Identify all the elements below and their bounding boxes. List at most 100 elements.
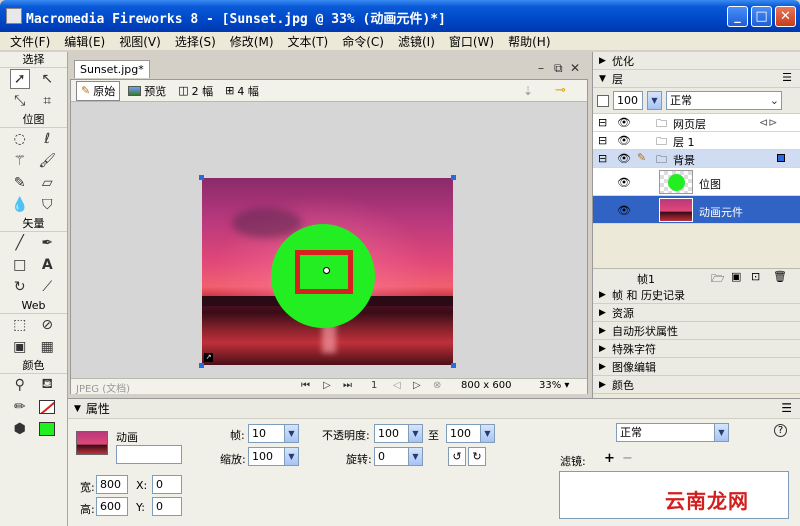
line-tool-icon[interactable]: ╱: [10, 233, 30, 253]
frame-dropdown-icon[interactable]: ▼: [284, 424, 299, 443]
scale-dropdown-icon[interactable]: ▼: [284, 447, 299, 466]
text-tool-icon[interactable]: A: [37, 255, 57, 275]
quick-export-icon[interactable]: ⊸: [555, 83, 566, 98]
symbol-name-input[interactable]: [116, 445, 182, 464]
expand-toggle-icon[interactable]: ⊟: [598, 152, 607, 165]
layer-opacity-input[interactable]: 100: [613, 91, 643, 110]
eyedropper-tool-icon[interactable]: ⚲: [10, 375, 30, 395]
marquee-tool-icon[interactable]: ◌: [10, 129, 30, 149]
scale-input[interactable]: 100: [248, 447, 286, 466]
selection-handle[interactable]: [451, 175, 456, 180]
width-input[interactable]: 800: [96, 475, 128, 494]
panel-optimize-header[interactable]: ▶ 优化: [593, 52, 800, 70]
new-layer-icon[interactable]: ⊡: [751, 270, 760, 283]
menu-window[interactable]: 窗口(W): [443, 33, 502, 50]
selection-handle[interactable]: [451, 363, 456, 368]
menu-help[interactable]: 帮助(H): [502, 33, 558, 50]
menu-commands[interactable]: 命令(C): [336, 33, 392, 50]
expand-toggle-icon[interactable]: ⊟: [598, 134, 607, 147]
knife-tool-icon[interactable]: ⟋: [37, 277, 57, 297]
view-2up-button[interactable]: ◫ 2 幅: [174, 82, 217, 100]
zoom-dropdown[interactable]: 33% ▾: [539, 380, 569, 391]
doc-restore-icon[interactable]: ⧉: [554, 61, 563, 76]
rubber-stamp-tool-icon[interactable]: ⛉: [37, 195, 57, 215]
hide-slices-icon[interactable]: ▣: [10, 337, 30, 357]
layer-row-web[interactable]: ⊟ 👁 🗀 网页层 ⊲⊳: [593, 114, 800, 132]
x-input[interactable]: 0: [152, 475, 182, 494]
close-button[interactable]: ✕: [775, 6, 796, 27]
lasso-tool-icon[interactable]: ℓ: [37, 129, 57, 149]
eraser-tool-icon[interactable]: ▱: [37, 173, 57, 193]
stroke-color-icon[interactable]: ✏: [10, 397, 30, 417]
pen-tool-icon[interactable]: ✒: [37, 233, 57, 253]
maximize-button[interactable]: □: [751, 6, 772, 27]
panel-options-icon[interactable]: ☰: [782, 71, 792, 84]
layer-row-layer1[interactable]: ⊟ 👁 🗀 层 1: [593, 132, 800, 150]
app-icon[interactable]: [6, 8, 22, 24]
fill-color-icon[interactable]: ⬢: [10, 419, 30, 439]
brush-tool-icon[interactable]: 🖌: [37, 151, 57, 171]
eye-icon[interactable]: 👁: [617, 152, 631, 165]
stroke-color-swatch[interactable]: [37, 397, 57, 417]
layer-row-background[interactable]: ⊟ 👁 ✎ 🗀 背景: [593, 150, 800, 168]
prev-frame-icon[interactable]: ◁: [393, 380, 401, 391]
subselect-tool-icon[interactable]: ↖: [37, 69, 57, 89]
view-original-button[interactable]: ✎ 原始: [76, 80, 121, 101]
pointer-tool-icon[interactable]: ➚: [9, 69, 30, 89]
freeform-tool-icon[interactable]: ↻: [10, 277, 30, 297]
doc-close-icon[interactable]: ✕: [570, 61, 580, 75]
fill-color-swatch[interactable]: [37, 419, 57, 439]
last-frame-icon[interactable]: ⏭: [343, 380, 352, 391]
remove-filter-icon[interactable]: −: [622, 451, 633, 466]
export-icon[interactable]: ⇣: [523, 84, 533, 98]
panel-assets-header[interactable]: ▶ 资源: [593, 304, 800, 322]
view-preview-button[interactable]: 预览: [124, 82, 170, 100]
paint-bucket-tool-icon[interactable]: ⛾: [37, 375, 57, 395]
opacity-from-input[interactable]: 100: [374, 424, 410, 443]
selection-handle[interactable]: [199, 363, 204, 368]
eye-icon[interactable]: 👁: [617, 176, 631, 189]
menu-text[interactable]: 文本(T): [282, 33, 337, 50]
help-icon[interactable]: ?: [774, 424, 787, 437]
panel-options-icon[interactable]: ☰: [781, 401, 792, 415]
opacity-dropdown-icon[interactable]: ▼: [647, 91, 662, 110]
stop-icon[interactable]: ⊗: [433, 380, 441, 391]
menu-file[interactable]: 文件(F): [4, 33, 58, 50]
menu-filters[interactable]: 滤镜(I): [392, 33, 443, 50]
rotate-input[interactable]: 0: [374, 447, 410, 466]
blend-mode-select[interactable]: 正常: [616, 423, 716, 442]
menu-view[interactable]: 视图(V): [113, 33, 169, 50]
object-row-symbol[interactable]: 👁 动画元件: [593, 196, 800, 224]
eye-icon[interactable]: 👁: [617, 204, 631, 217]
play-icon[interactable]: ▷: [323, 380, 331, 391]
blend-mode-dropdown-icon[interactable]: ▼: [714, 423, 729, 442]
eye-icon[interactable]: 👁: [617, 134, 631, 147]
eye-icon[interactable]: 👁: [617, 116, 631, 129]
document-tab[interactable]: Sunset.jpg*: [74, 60, 150, 78]
magic-wand-tool-icon[interactable]: ⚚: [10, 151, 30, 171]
sunset-image[interactable]: ↗: [202, 178, 453, 365]
blur-tool-icon[interactable]: 💧: [10, 195, 30, 215]
rotate-cw-icon[interactable]: ↻: [468, 447, 486, 466]
object-row-bitmap[interactable]: 👁 位图: [593, 168, 800, 196]
frame-input[interactable]: 10: [248, 424, 286, 443]
panel-image-edit-header[interactable]: ▶ 图像编辑: [593, 358, 800, 376]
menu-modify[interactable]: 修改(M): [224, 33, 282, 50]
rotate-ccw-icon[interactable]: ↺: [448, 447, 466, 466]
show-slices-icon[interactable]: ▦: [37, 337, 57, 357]
layer-blend-select[interactable]: 正常 ⌄: [666, 91, 782, 110]
pencil-tool-icon[interactable]: ✎: [10, 173, 30, 193]
view-4up-button[interactable]: ⊞ 4 幅: [221, 82, 263, 100]
next-frame-icon[interactable]: ▷: [413, 380, 421, 391]
add-mask-icon[interactable]: ▣: [731, 270, 741, 283]
opacity-to-input[interactable]: 100: [446, 424, 482, 443]
opacity-from-dropdown-icon[interactable]: ▼: [408, 424, 423, 443]
hotspot-tool-icon[interactable]: ⬚: [10, 315, 30, 335]
height-input[interactable]: 600: [96, 497, 128, 516]
first-frame-icon[interactable]: ⏮: [301, 380, 310, 391]
panel-color-header[interactable]: ▶ 颜色: [593, 376, 800, 394]
selection-handle[interactable]: [199, 175, 204, 180]
minimize-button[interactable]: _: [727, 6, 748, 27]
panel-special-chars-header[interactable]: ▶ 特殊字符: [593, 340, 800, 358]
crop-tool-icon[interactable]: ⌗: [37, 91, 57, 111]
